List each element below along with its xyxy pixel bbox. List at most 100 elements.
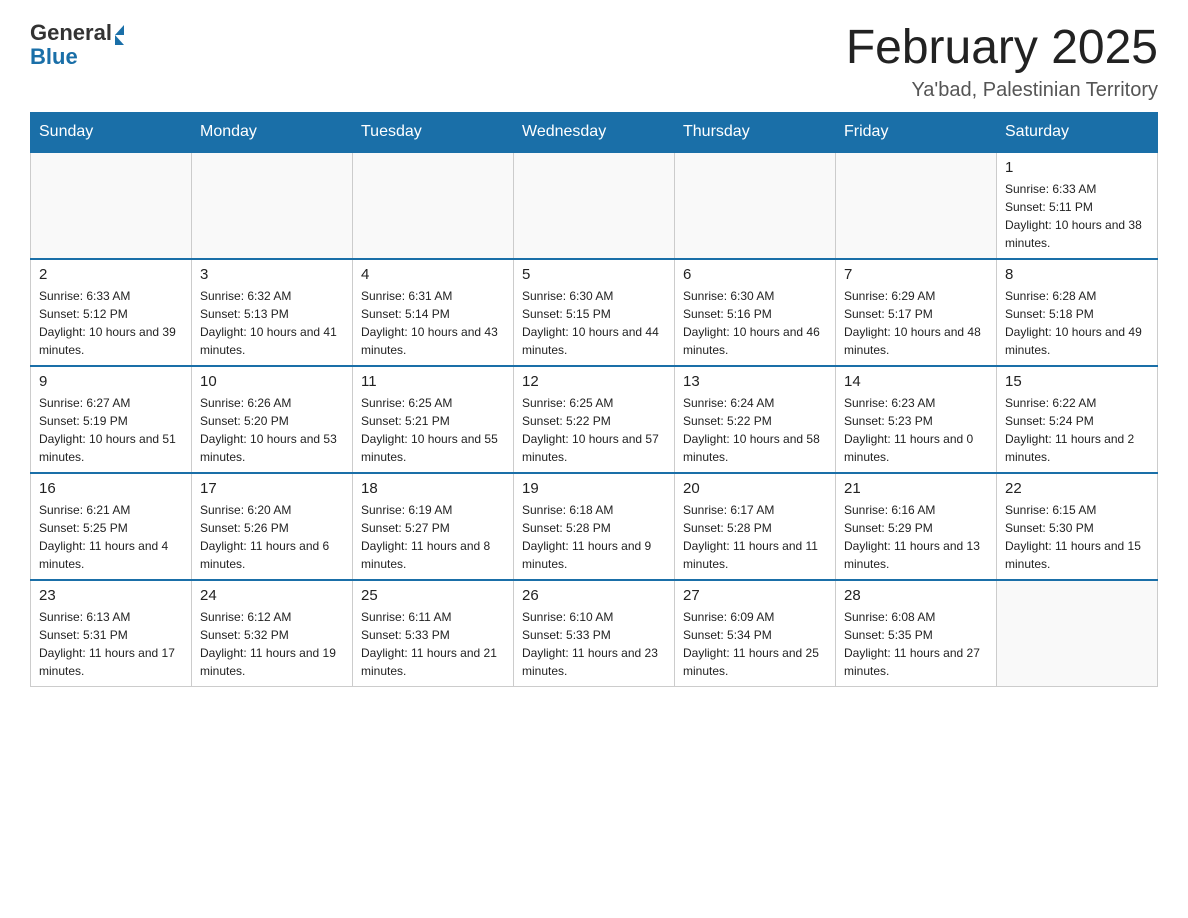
day-number: 4: [361, 266, 505, 283]
day-info: Sunrise: 6:30 AMSunset: 5:16 PMDaylight:…: [683, 287, 827, 359]
logo-blue-text: Blue: [30, 44, 78, 70]
day-number: 19: [522, 480, 666, 497]
logo-arrow-icon: [115, 25, 124, 45]
day-number: 21: [844, 480, 988, 497]
week-row-4: 16 Sunrise: 6:21 AMSunset: 5:25 PMDayligh…: [31, 473, 1158, 580]
day-info: Sunrise: 6:15 AMSunset: 5:30 PMDaylight:…: [1005, 501, 1149, 573]
calendar-cell: 20 Sunrise: 6:17 AMSunset: 5:28 PMDayligh…: [675, 473, 836, 580]
day-info: Sunrise: 6:08 AMSunset: 5:35 PMDaylight:…: [844, 608, 988, 680]
calendar-cell: 4 Sunrise: 6:31 AMSunset: 5:14 PMDaylight…: [353, 259, 514, 366]
calendar-cell: 27 Sunrise: 6:09 AMSunset: 5:34 PMDayligh…: [675, 580, 836, 687]
day-info: Sunrise: 6:12 AMSunset: 5:32 PMDaylight:…: [200, 608, 344, 680]
day-number: 5: [522, 266, 666, 283]
calendar-cell: [31, 152, 192, 259]
calendar-cell: 23 Sunrise: 6:13 AMSunset: 5:31 PMDayligh…: [31, 580, 192, 687]
day-number: 8: [1005, 266, 1149, 283]
day-number: 9: [39, 373, 183, 390]
day-info: Sunrise: 6:20 AMSunset: 5:26 PMDaylight:…: [200, 501, 344, 573]
day-number: 14: [844, 373, 988, 390]
logo-general-text: General: [30, 20, 124, 46]
weekday-header-friday: Friday: [836, 113, 997, 153]
month-title: February 2025: [846, 20, 1158, 75]
day-number: 2: [39, 266, 183, 283]
calendar-cell: [353, 152, 514, 259]
calendar-cell: 18 Sunrise: 6:19 AMSunset: 5:27 PMDayligh…: [353, 473, 514, 580]
day-number: 23: [39, 587, 183, 604]
calendar-cell: [514, 152, 675, 259]
weekday-header-sunday: Sunday: [31, 113, 192, 153]
day-info: Sunrise: 6:24 AMSunset: 5:22 PMDaylight:…: [683, 394, 827, 466]
calendar-cell: [836, 152, 997, 259]
calendar-table: SundayMondayTuesdayWednesdayThursdayFrid…: [30, 112, 1158, 687]
calendar-cell: 9Sunrise: 6:27 AMSunset: 5:19 PMDaylight…: [31, 366, 192, 473]
day-info: Sunrise: 6:25 AMSunset: 5:22 PMDaylight:…: [522, 394, 666, 466]
calendar-cell: 2 Sunrise: 6:33 AMSunset: 5:12 PMDaylight…: [31, 259, 192, 366]
day-number: 10: [200, 373, 344, 390]
day-number: 3: [200, 266, 344, 283]
calendar-cell: 8 Sunrise: 6:28 AMSunset: 5:18 PMDaylight…: [997, 259, 1158, 366]
calendar-cell: [997, 580, 1158, 687]
calendar-cell: 12 Sunrise: 6:25 AMSunset: 5:22 PMDayligh…: [514, 366, 675, 473]
weekday-header-saturday: Saturday: [997, 113, 1158, 153]
day-number: 27: [683, 587, 827, 604]
day-info: Sunrise: 6:30 AMSunset: 5:15 PMDaylight:…: [522, 287, 666, 359]
weekday-header-tuesday: Tuesday: [353, 113, 514, 153]
calendar-cell: 26Sunrise: 6:10 AMSunset: 5:33 PMDayligh…: [514, 580, 675, 687]
calendar-cell: 24 Sunrise: 6:12 AMSunset: 5:32 PMDayligh…: [192, 580, 353, 687]
calendar-cell: 25Sunrise: 6:11 AMSunset: 5:33 PMDayligh…: [353, 580, 514, 687]
calendar-cell: 1Sunrise: 6:33 AMSunset: 5:11 PMDaylight…: [997, 152, 1158, 259]
day-info: Sunrise: 6:22 AMSunset: 5:24 PMDaylight:…: [1005, 394, 1149, 466]
calendar-cell: 7 Sunrise: 6:29 AMSunset: 5:17 PMDaylight…: [836, 259, 997, 366]
calendar-cell: 22 Sunrise: 6:15 AMSunset: 5:30 PMDayligh…: [997, 473, 1158, 580]
day-info: Sunrise: 6:31 AMSunset: 5:14 PMDaylight:…: [361, 287, 505, 359]
title-block: February 2025 Ya'bad, Palestinian Territ…: [846, 20, 1158, 102]
calendar-cell: 28 Sunrise: 6:08 AMSunset: 5:35 PMDayligh…: [836, 580, 997, 687]
day-info: Sunrise: 6:16 AMSunset: 5:29 PMDaylight:…: [844, 501, 988, 573]
day-number: 13: [683, 373, 827, 390]
day-info: Sunrise: 6:17 AMSunset: 5:28 PMDaylight:…: [683, 501, 827, 573]
calendar-cell: 15 Sunrise: 6:22 AMSunset: 5:24 PMDayligh…: [997, 366, 1158, 473]
day-number: 6: [683, 266, 827, 283]
day-info: Sunrise: 6:19 AMSunset: 5:27 PMDaylight:…: [361, 501, 505, 573]
calendar-cell: 10 Sunrise: 6:26 AMSunset: 5:20 PMDayligh…: [192, 366, 353, 473]
day-number: 20: [683, 480, 827, 497]
day-number: 28: [844, 587, 988, 604]
day-info: Sunrise: 6:28 AMSunset: 5:18 PMDaylight:…: [1005, 287, 1149, 359]
day-number: 12: [522, 373, 666, 390]
week-row-1: 1Sunrise: 6:33 AMSunset: 5:11 PMDaylight…: [31, 152, 1158, 259]
week-row-2: 2 Sunrise: 6:33 AMSunset: 5:12 PMDaylight…: [31, 259, 1158, 366]
weekday-header-thursday: Thursday: [675, 113, 836, 153]
day-number: 16: [39, 480, 183, 497]
calendar-cell: 17Sunrise: 6:20 AMSunset: 5:26 PMDayligh…: [192, 473, 353, 580]
day-info: Sunrise: 6:33 AMSunset: 5:12 PMDaylight:…: [39, 287, 183, 359]
calendar-cell: 14 Sunrise: 6:23 AMSunset: 5:23 PMDayligh…: [836, 366, 997, 473]
calendar-cell: 16 Sunrise: 6:21 AMSunset: 5:25 PMDayligh…: [31, 473, 192, 580]
day-info: Sunrise: 6:29 AMSunset: 5:17 PMDaylight:…: [844, 287, 988, 359]
calendar-cell: 11 Sunrise: 6:25 AMSunset: 5:21 PMDayligh…: [353, 366, 514, 473]
day-info: Sunrise: 6:21 AMSunset: 5:25 PMDaylight:…: [39, 501, 183, 573]
logo: General Blue: [30, 20, 124, 70]
day-number: 11: [361, 373, 505, 390]
day-info: Sunrise: 6:10 AMSunset: 5:33 PMDaylight:…: [522, 608, 666, 680]
day-number: 15: [1005, 373, 1149, 390]
day-number: 1: [1005, 159, 1149, 176]
day-number: 22: [1005, 480, 1149, 497]
week-row-5: 23 Sunrise: 6:13 AMSunset: 5:31 PMDayligh…: [31, 580, 1158, 687]
day-number: 7: [844, 266, 988, 283]
calendar-cell: 13 Sunrise: 6:24 AMSunset: 5:22 PMDayligh…: [675, 366, 836, 473]
day-number: 24: [200, 587, 344, 604]
calendar-cell: [675, 152, 836, 259]
calendar-cell: [192, 152, 353, 259]
weekday-header-monday: Monday: [192, 113, 353, 153]
day-number: 18: [361, 480, 505, 497]
day-info: Sunrise: 6:25 AMSunset: 5:21 PMDaylight:…: [361, 394, 505, 466]
day-info: Sunrise: 6:09 AMSunset: 5:34 PMDaylight:…: [683, 608, 827, 680]
day-info: Sunrise: 6:23 AMSunset: 5:23 PMDaylight:…: [844, 394, 988, 466]
day-info: Sunrise: 6:11 AMSunset: 5:33 PMDaylight:…: [361, 608, 505, 680]
day-info: Sunrise: 6:26 AMSunset: 5:20 PMDaylight:…: [200, 394, 344, 466]
calendar-cell: 5 Sunrise: 6:30 AMSunset: 5:15 PMDaylight…: [514, 259, 675, 366]
day-info: Sunrise: 6:13 AMSunset: 5:31 PMDaylight:…: [39, 608, 183, 680]
weekday-header-wednesday: Wednesday: [514, 113, 675, 153]
page-header: General Blue February 2025 Ya'bad, Pales…: [30, 20, 1158, 102]
location-subtitle: Ya'bad, Palestinian Territory: [846, 79, 1158, 102]
